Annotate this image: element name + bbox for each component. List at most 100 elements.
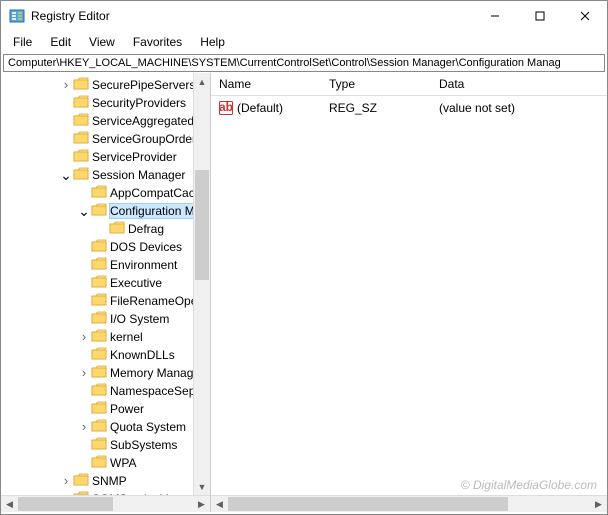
folder-icon <box>73 113 91 130</box>
chevron-down-icon[interactable]: ⌄ <box>77 208 91 214</box>
tree-item-label: ServiceAggregatedE <box>91 114 203 128</box>
tree-pane: ›SecurePipeServersSecurityProviders Servi… <box>1 73 211 512</box>
tree-item[interactable]: NamespaceSepa <box>1 382 210 400</box>
folder-icon <box>73 167 91 184</box>
folder-icon <box>109 221 127 238</box>
tree-item-label: Executive <box>109 276 163 290</box>
scroll-right-icon[interactable]: ▶ <box>193 496 210 513</box>
chevron-right-icon[interactable]: › <box>77 368 91 378</box>
minimize-button[interactable] <box>472 1 517 31</box>
title-bar: Registry Editor <box>1 1 607 31</box>
tree-vertical-scrollbar[interactable]: ▲ ▼ <box>193 73 210 495</box>
scroll-up-icon[interactable]: ▲ <box>194 73 210 90</box>
menu-edit[interactable]: Edit <box>42 33 79 51</box>
tree-item[interactable]: ⌄ Session Manager <box>1 166 210 184</box>
menu-file[interactable]: File <box>5 33 40 51</box>
value-type-cell: REG_SZ <box>321 99 431 116</box>
folder-icon <box>91 419 109 436</box>
folder-icon <box>91 293 109 310</box>
watermark: © DigitalMediaGlobe.com <box>461 478 597 492</box>
tree-item[interactable]: ›SecurePipeServers <box>1 76 210 94</box>
chevron-right-icon[interactable]: › <box>77 332 91 342</box>
folder-icon <box>91 329 109 346</box>
tree-item[interactable]: ›SNMP <box>1 472 210 490</box>
chevron-right-icon[interactable]: › <box>59 476 73 486</box>
close-button[interactable] <box>562 1 607 31</box>
regedit-icon <box>9 8 25 24</box>
tree-item[interactable]: AppCompatCacl <box>1 184 210 202</box>
tree-item[interactable]: SecurityProviders <box>1 94 210 112</box>
svg-text:ab: ab <box>219 101 233 114</box>
folder-icon <box>73 149 91 166</box>
tree-item[interactable]: Environment <box>1 256 210 274</box>
tree-item-label: KnownDLLs <box>109 348 176 362</box>
tree-item-label: Session Manager <box>91 168 186 182</box>
tree-item[interactable]: FileRenameOper <box>1 292 210 310</box>
values-pane: Name Type Data ab (Default) REG_SZ(value n… <box>211 73 607 512</box>
values-horizontal-scrollbar[interactable]: ◀ ▶ <box>211 495 607 512</box>
tree-item[interactable]: ⌄Configuration M <box>1 202 210 220</box>
tree-item-label: SubSystems <box>109 438 178 452</box>
tree-item-label: WPA <box>109 456 137 470</box>
tree-item-label: ServiceProvider <box>91 150 178 164</box>
value-data-cell: (value not set) <box>431 99 607 116</box>
column-header-name[interactable]: Name <box>211 73 321 95</box>
tree-item[interactable]: › kernel <box>1 328 210 346</box>
tree-item[interactable]: I/O System <box>1 310 210 328</box>
tree-item-label: Environment <box>109 258 178 272</box>
tree-item[interactable]: KnownDLLs <box>1 346 210 364</box>
tree-item-label: FileRenameOper <box>109 294 202 308</box>
window-controls <box>472 1 607 31</box>
tree-item[interactable]: › Quota System <box>1 418 210 436</box>
content-panes: ›SecurePipeServersSecurityProviders Servi… <box>1 73 607 512</box>
scroll-left-icon[interactable]: ◀ <box>1 496 18 513</box>
tree-item[interactable]: SubSystems <box>1 436 210 454</box>
tree-item[interactable]: ServiceGroupOrder <box>1 130 210 148</box>
menu-favorites[interactable]: Favorites <box>125 33 190 51</box>
chevron-down-icon[interactable]: ⌄ <box>59 172 73 178</box>
scrollbar-thumb[interactable] <box>195 170 209 280</box>
chevron-right-icon[interactable]: › <box>59 80 73 90</box>
folder-icon <box>73 131 91 148</box>
address-bar[interactable]: Computer\HKEY_LOCAL_MACHINE\SYSTEM\Curre… <box>3 54 605 72</box>
folder-icon <box>91 455 109 472</box>
value-row[interactable]: ab (Default) REG_SZ(value not set) <box>211 96 607 116</box>
tree-item-label: Defrag <box>127 222 165 236</box>
folder-icon <box>91 257 109 274</box>
folder-icon <box>91 437 109 454</box>
tree-item-label: Memory Manage <box>109 366 201 380</box>
tree-item[interactable]: ServiceProvider <box>1 148 210 166</box>
tree-item[interactable]: ServiceAggregatedE <box>1 112 210 130</box>
scroll-right-icon[interactable]: ▶ <box>590 496 607 513</box>
tree-item[interactable]: Power <box>1 400 210 418</box>
scrollbar-thumb[interactable] <box>228 497 508 511</box>
column-header-type[interactable]: Type <box>321 73 431 95</box>
scroll-left-icon[interactable]: ◀ <box>211 496 228 513</box>
folder-icon <box>91 311 109 328</box>
tree-item-label: kernel <box>109 330 144 344</box>
scroll-down-icon[interactable]: ▼ <box>194 478 210 495</box>
tree-item[interactable]: Defrag <box>1 220 210 238</box>
window-title: Registry Editor <box>31 9 472 23</box>
value-name: (Default) <box>237 101 283 115</box>
folder-icon <box>91 275 109 292</box>
menu-view[interactable]: View <box>81 33 123 51</box>
folder-icon <box>91 185 109 202</box>
chevron-right-icon[interactable]: › <box>77 422 91 432</box>
tree-item[interactable]: WPA <box>1 454 210 472</box>
scrollbar-thumb[interactable] <box>18 497 113 511</box>
tree-item-label: Quota System <box>109 420 187 434</box>
maximize-button[interactable] <box>517 1 562 31</box>
tree-item[interactable]: › Memory Manage <box>1 364 210 382</box>
column-header-data[interactable]: Data <box>431 73 607 95</box>
tree-horizontal-scrollbar[interactable]: ◀ ▶ <box>1 495 210 512</box>
folder-icon <box>91 347 109 364</box>
folder-icon <box>73 95 91 112</box>
folder-icon <box>91 401 109 418</box>
tree-item-label: Power <box>109 402 145 416</box>
folder-icon <box>73 473 91 490</box>
tree-item[interactable]: Executive <box>1 274 210 292</box>
value-name-cell: ab (Default) <box>211 99 321 116</box>
menu-help[interactable]: Help <box>192 33 233 51</box>
tree-item[interactable]: DOS Devices <box>1 238 210 256</box>
